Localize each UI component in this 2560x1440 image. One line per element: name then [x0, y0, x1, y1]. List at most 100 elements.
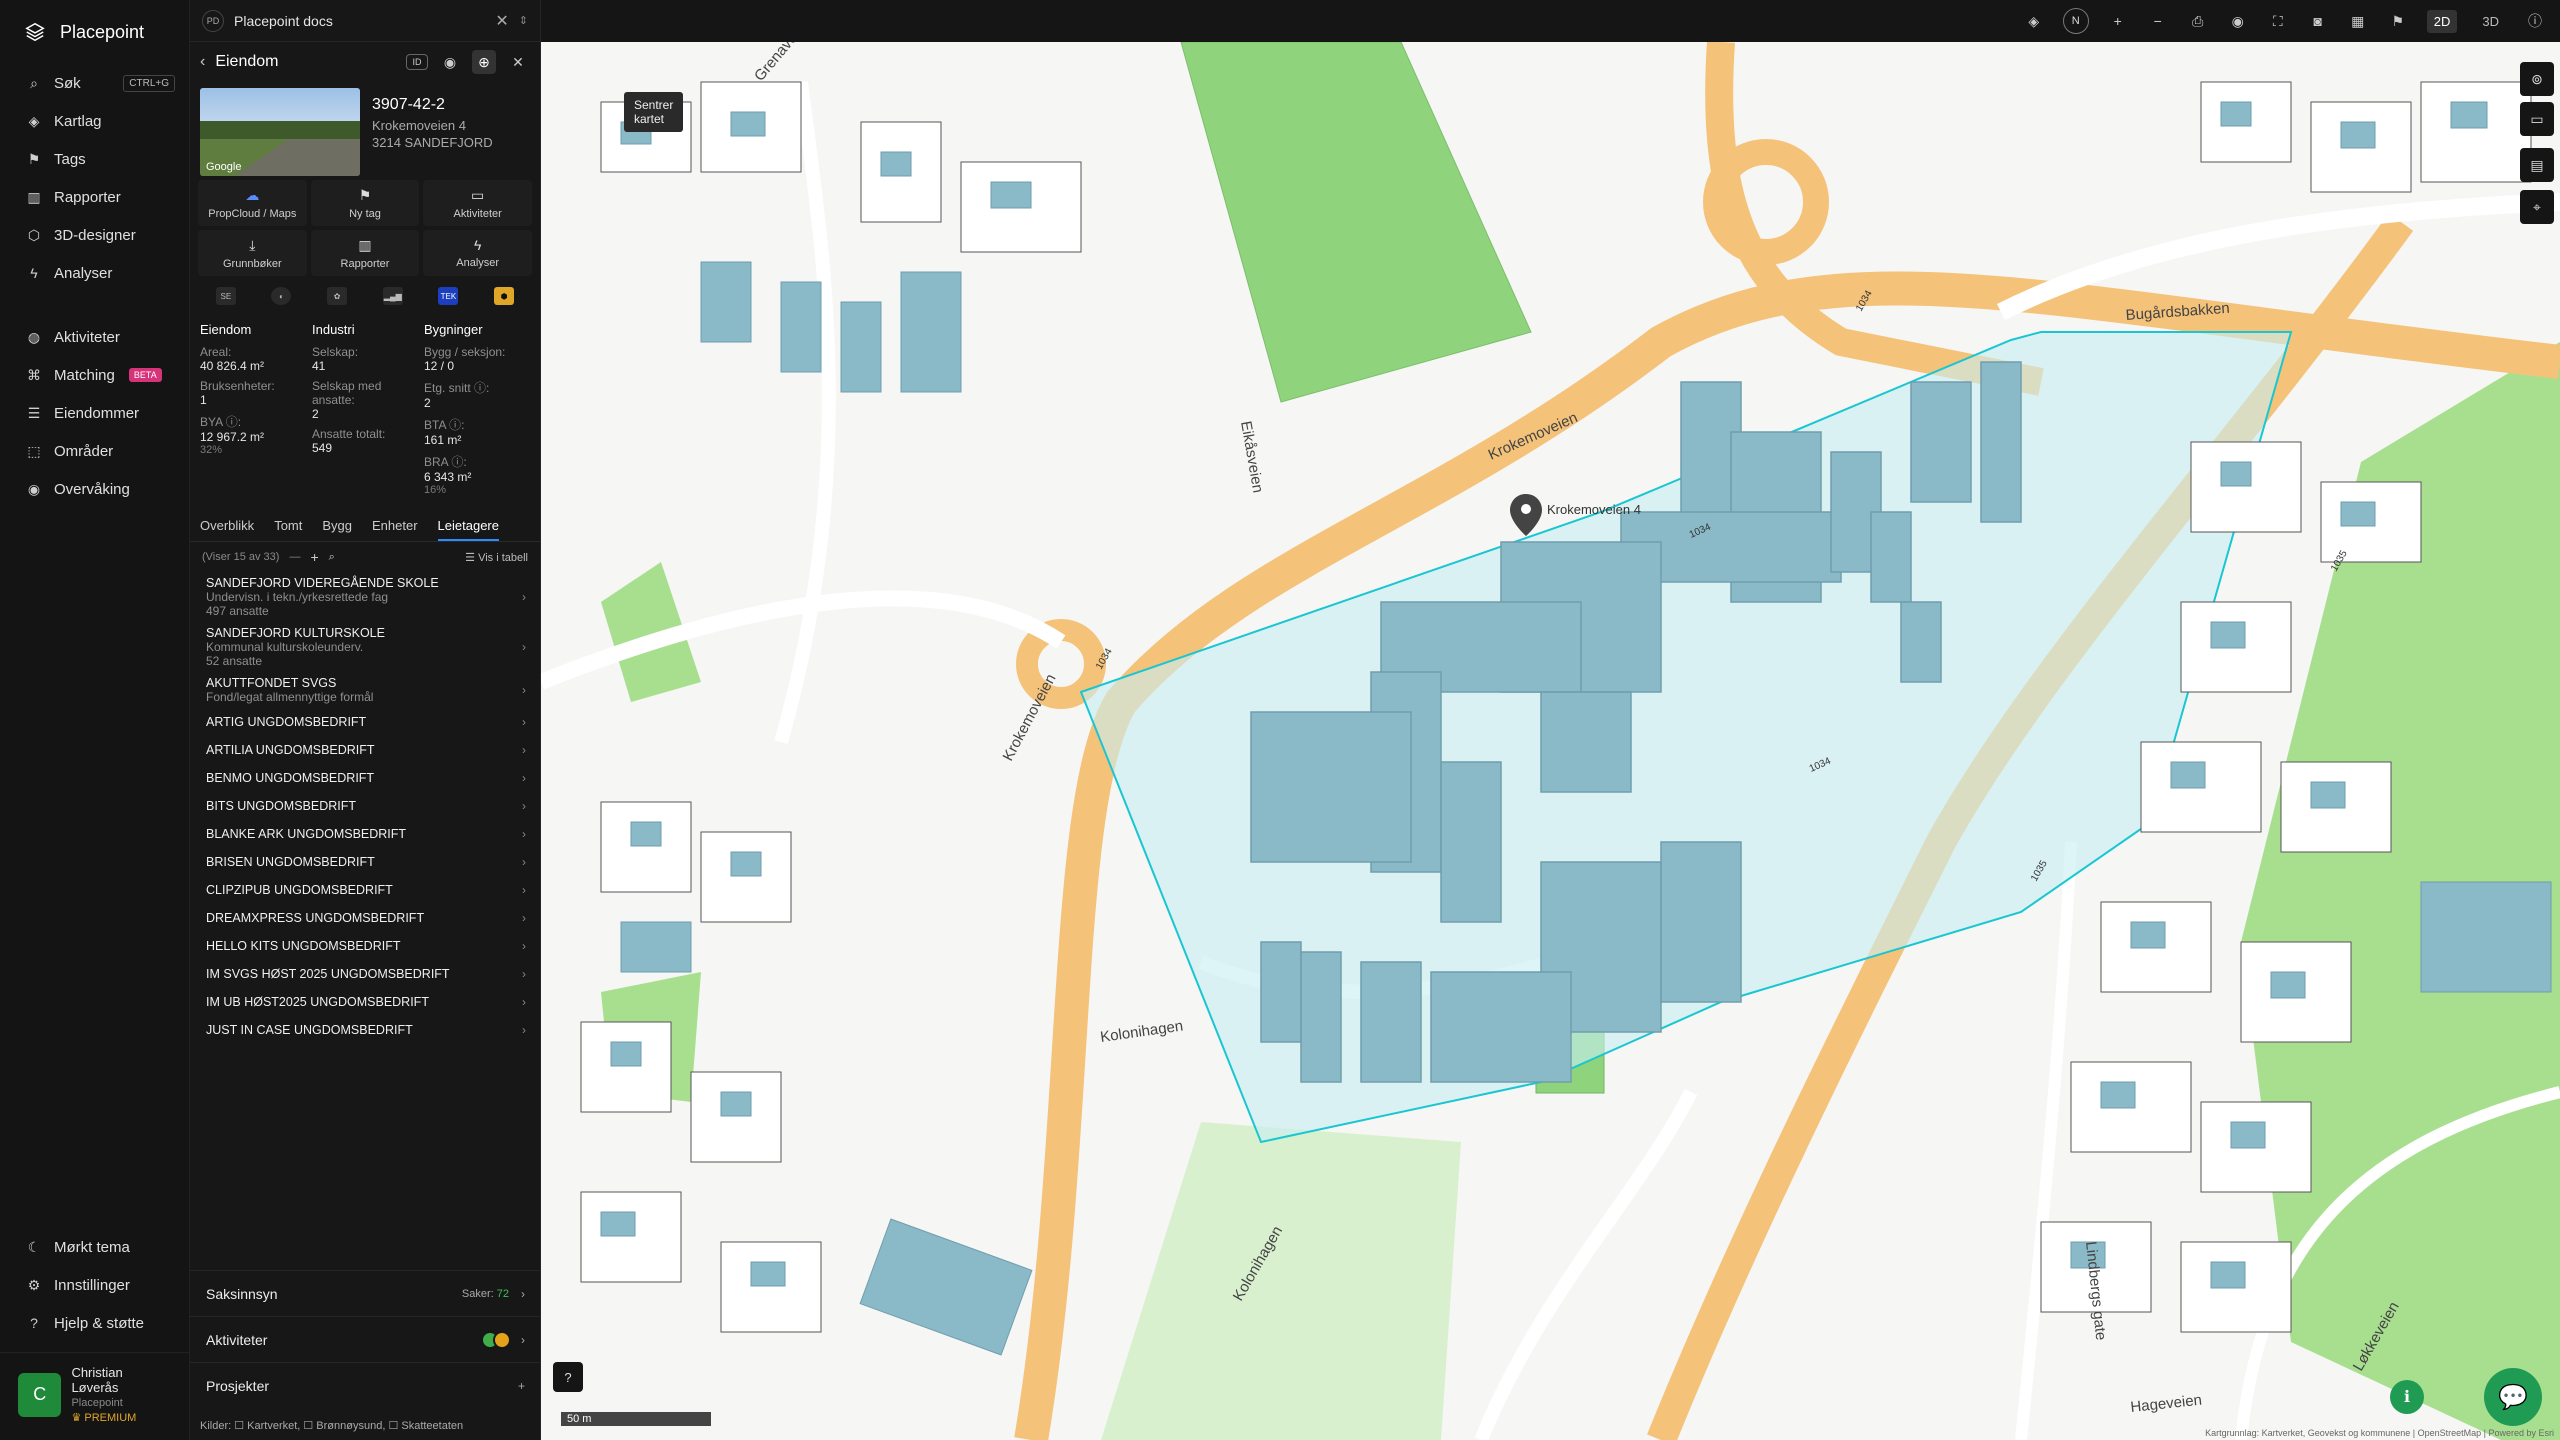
chevron-right-icon: ›	[522, 590, 526, 604]
nav-item-analyser[interactable]: ϟ Analyser	[0, 254, 189, 292]
map-profile-icon[interactable]: ⌖	[2520, 190, 2554, 224]
fullscreen-icon[interactable]: ⛶	[2267, 10, 2289, 32]
nav-item-tags[interactable]: ⚑ Tags	[0, 140, 189, 178]
chat-button[interactable]: 💬	[2484, 1368, 2542, 1426]
source-se-icon[interactable]: SE	[215, 287, 236, 305]
action-analyser-button[interactable]: ϟ Analyser	[423, 230, 532, 276]
tab-enheter[interactable]: Enheter	[372, 518, 418, 533]
tab-tomt[interactable]: Tomt	[274, 518, 302, 533]
list-item[interactable]: DREAMXPRESS UNGDOMSBEDRIFT ›	[190, 904, 540, 932]
nav-item-hjelp-støtte[interactable]: ? Hjelp & støtte	[0, 1304, 190, 1342]
nav-bottom: ☾ Mørkt tema ⚙ Innstillinger? Hjelp & støtte…	[0, 1228, 190, 1440]
action-rapporter-button[interactable]: ▥ Rapporter	[310, 230, 420, 276]
list-item[interactable]: JUST IN CASE UNGDOMSBEDRIFT ›	[190, 1016, 540, 1044]
view-2d-button[interactable]: 2D	[2426, 9, 2458, 33]
avatar	[493, 1330, 511, 1349]
nav-item-rapporter[interactable]: ▥ Rapporter	[0, 178, 189, 216]
eye-icon[interactable]: ◉	[2227, 10, 2249, 32]
source-tek-icon[interactable]: TEK	[438, 287, 459, 305]
list-item[interactable]: SANDEFJORD VIDEREGÅENDE SKOLE Undervisn. …	[190, 572, 540, 622]
compass-icon[interactable]: N	[2062, 8, 2089, 34]
chevron-right-icon: ›	[522, 1023, 526, 1037]
saksinnsyn-section[interactable]: Saksinnsyn Saker: 72 ›	[190, 1270, 541, 1316]
list-item[interactable]: IM UB HØST2025 UNGDOMSBEDRIFT ›	[190, 988, 540, 1016]
nav-item-overvåking[interactable]: ◉ Overvåking	[0, 470, 189, 508]
bolt-icon: ϟ	[473, 237, 482, 253]
nav-item-kartlag[interactable]: ◈ Kartlag	[0, 102, 189, 140]
nav-item-innstillinger[interactable]: ⚙ Innstillinger	[0, 1266, 190, 1304]
chart-icon: ▥	[358, 236, 372, 253]
action-propcloud-maps-button[interactable]: ☁ PropCloud / Maps	[198, 180, 307, 226]
source-bars-icon[interactable]: ▂▄▆	[382, 287, 403, 305]
source-gold-icon[interactable]: ⬢	[494, 287, 515, 305]
chevron-right-icon: ›	[522, 855, 526, 869]
plus-icon[interactable]: +	[518, 1379, 525, 1393]
view-3d-button[interactable]: 3D	[2475, 10, 2506, 33]
chevron-right-icon: ›	[522, 640, 526, 654]
map-chart-icon[interactable]: ▤	[2520, 148, 2554, 182]
bookmark-icon[interactable]: ⚑	[2387, 10, 2409, 32]
list-item[interactable]: SANDEFJORD KULTURSKOLE Kommunal kultursko…	[190, 622, 540, 672]
id-card-icon[interactable]: ID	[406, 54, 428, 70]
list-item[interactable]: BRISEN UNGDOMSBEDRIFT ›	[190, 848, 540, 876]
table-toggle[interactable]: ☰ Vis i tabell	[465, 551, 528, 564]
action-aktiviteter-button[interactable]: ▭ Aktiviteter	[423, 180, 532, 226]
plus-icon[interactable]: +	[310, 549, 318, 565]
list-item[interactable]: ARTIG UNGDOMSBEDRIFT ›	[190, 708, 540, 736]
aktiviteter-section[interactable]: Aktiviteter ›	[190, 1316, 541, 1362]
eye-icon[interactable]: ◉	[438, 50, 462, 74]
nav-item-label: Søk	[54, 74, 81, 92]
minus-icon[interactable]: —	[289, 551, 300, 563]
prosjekter-section[interactable]: Prosjekter +	[190, 1362, 541, 1408]
tab-bygg[interactable]: Bygg	[322, 518, 352, 533]
grid-icon[interactable]: ▦	[2347, 10, 2369, 32]
close-panel-icon[interactable]: ✕	[506, 50, 530, 74]
nav-item-søk[interactable]: ⌕ Søk CTRL+G	[0, 64, 189, 102]
nav-item-3d-designer[interactable]: ⬡ 3D-designer	[0, 216, 189, 254]
source-globe-icon[interactable]: ◐	[271, 287, 292, 305]
list-item[interactable]: AKUTTFONDET SVGS Fond/legat allmennyttige…	[190, 672, 540, 708]
camera-icon[interactable]: ◙	[2307, 10, 2329, 32]
property-card[interactable]: Google 3907-42-2 Krokemoveien 4 3214 SAN…	[190, 82, 540, 176]
nav-item-matching[interactable]: ⌘ Matching BETA	[0, 356, 189, 394]
back-arrow-icon[interactable]: ‹	[200, 53, 205, 71]
list-item[interactable]: ARTILIA UNGDOMSBEDRIFT ›	[190, 736, 540, 764]
nav-item-eiendommer[interactable]: ☰ Eiendommer	[0, 394, 189, 432]
print-icon[interactable]: ⎙	[2187, 10, 2209, 32]
street-view-thumbnail[interactable]: Google	[200, 88, 360, 176]
layers-stack-icon[interactable]: ◈	[2023, 10, 2045, 32]
list-item[interactable]: HELLO KITS UNGDOMSBEDRIFT ›	[190, 932, 540, 960]
source-plant-icon[interactable]: ✿	[327, 287, 348, 305]
map-measure-icon[interactable]: ▭	[2520, 102, 2554, 136]
list-item[interactable]: BITS UNGDOMSBEDRIFT ›	[190, 792, 540, 820]
search-icon: ⌕	[30, 74, 38, 91]
doc-title[interactable]: Placepoint docs	[234, 13, 333, 29]
info-button[interactable]: ℹ	[2390, 1380, 2424, 1414]
sak-count: Saker: 72	[461, 1287, 509, 1300]
list-item[interactable]: BENMO UNGDOMSBEDRIFT ›	[190, 764, 540, 792]
zoom-out-icon[interactable]: −	[2147, 10, 2169, 32]
nav-item-label: Områder	[54, 442, 114, 460]
tab-overblikk[interactable]: Overblikk	[200, 518, 254, 533]
brand[interactable]: Placepoint	[0, 0, 189, 64]
center-map-button[interactable]: ⊕	[472, 50, 496, 74]
info-icon[interactable]: ⓘ	[2524, 10, 2546, 32]
action-ny-tag-button[interactable]: ⚑ Ny tag	[310, 180, 420, 226]
list-item[interactable]: CLIPZIPUB UNGDOMSBEDRIFT ›	[190, 876, 540, 904]
action-grunnbøker-button[interactable]: ⤓ Grunnbøker	[198, 230, 307, 276]
close-icon[interactable]: ✕	[495, 11, 508, 31]
list-item[interactable]: IM SVGS HØST 2025 UNGDOMSBEDRIFT ›	[190, 960, 540, 988]
chevron-updown-icon[interactable]: ⇕	[519, 14, 528, 27]
search-icon[interactable]: ⌕	[329, 551, 335, 564]
zoom-in-icon[interactable]: +	[2107, 10, 2129, 32]
nav-item-mørkt-tema[interactable]: ☾ Mørkt tema	[0, 1228, 190, 1266]
nav-item-aktiviteter[interactable]: ◍ Aktiviteter	[0, 318, 189, 356]
map-help-icon[interactable]: ?	[553, 1362, 583, 1392]
map-canvas[interactable]: Krokemoveien Krokemoveien Bugårdsbakken …	[541, 42, 2560, 1440]
nav-item-områder[interactable]: ⬚ Områder	[0, 432, 189, 470]
tab-leietagere[interactable]: Leietagere	[437, 518, 499, 541]
map-layers-icon[interactable]: ⊚	[2520, 62, 2554, 96]
user-card[interactable]: C Christian Løverås Placepoint ♛ PREMIUM	[0, 1352, 190, 1440]
list-item[interactable]: BLANKE ARK UNGDOMSBEDRIFT ›	[190, 820, 540, 848]
chevron-right-icon: ›	[522, 743, 526, 757]
